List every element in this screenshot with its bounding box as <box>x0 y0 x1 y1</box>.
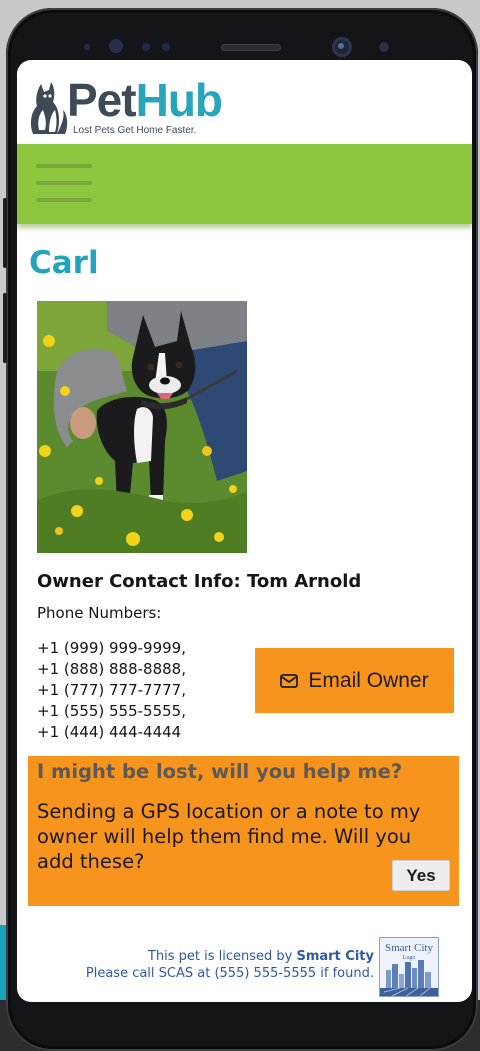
phone-side-button <box>3 198 7 268</box>
lost-pet-panel: I might be lost, will you help me? Sendi… <box>28 756 459 906</box>
earpiece-speaker <box>221 44 281 51</box>
phone-numbers-label: Phone Numbers: <box>37 604 162 622</box>
phone-number[interactable]: +1 (777) 777-7777, <box>37 680 186 701</box>
license-info: This pet is licensed by Smart City Pleas… <box>86 948 374 982</box>
phone-side-button <box>3 293 7 363</box>
phone-number[interactable]: +1 (999) 999-9999, <box>37 638 186 659</box>
envelope-icon <box>280 673 299 688</box>
lost-pet-title: I might be lost, will you help me? <box>37 760 403 783</box>
yes-button[interactable]: Yes <box>392 860 450 891</box>
owner-contact-heading: Owner Contact Info: Tom Arnold <box>37 571 362 592</box>
license-call-line: Please call SCAS at (555) 555-5555 if fo… <box>85 966 374 981</box>
logo-tagline: Lost Pets Get Home Faster. <box>73 125 197 136</box>
email-owner-button[interactable]: Email Owner <box>255 648 454 713</box>
navigation-bar <box>17 144 472 224</box>
license-line: This pet is licensed by Smart City <box>147 949 374 964</box>
lost-pet-message: Sending a GPS location or a note to my o… <box>37 800 421 873</box>
smart-city-logo: Smart City Logo <box>379 937 439 997</box>
phone-number[interactable]: +1 (555) 555-5555, <box>37 701 186 722</box>
phone-screen: PetHub Lost Pets Get Home Faster. Carl O… <box>17 60 472 1002</box>
pethub-logo[interactable]: PetHub Lost Pets Get Home Faster. <box>27 74 267 138</box>
sensor-dot <box>84 44 90 50</box>
logo-wordmark: PetHub <box>67 74 223 126</box>
pet-photo <box>37 301 247 553</box>
phone-number[interactable]: +1 (444) 444-4444 <box>37 722 186 743</box>
front-camera <box>332 37 352 57</box>
city-logo-title: Smart City <box>385 942 433 954</box>
sensor-dot <box>379 42 389 52</box>
pet-name: Carl <box>29 245 99 281</box>
email-owner-label: Email Owner <box>308 668 429 692</box>
pet-silhouette-icon <box>30 82 68 134</box>
phone-number[interactable]: +1 (888) 888-8888, <box>37 659 186 680</box>
phone-numbers-list: +1 (999) 999-9999, +1 (888) 888-8888, +1… <box>37 638 186 743</box>
license-org-link[interactable]: Smart City <box>296 949 374 964</box>
sensor-dot <box>142 43 150 51</box>
hamburger-menu-icon[interactable] <box>36 164 92 202</box>
sensor-dot <box>162 43 170 51</box>
city-logo-subtitle: Logo <box>403 955 416 961</box>
sensor-dot <box>109 39 123 53</box>
